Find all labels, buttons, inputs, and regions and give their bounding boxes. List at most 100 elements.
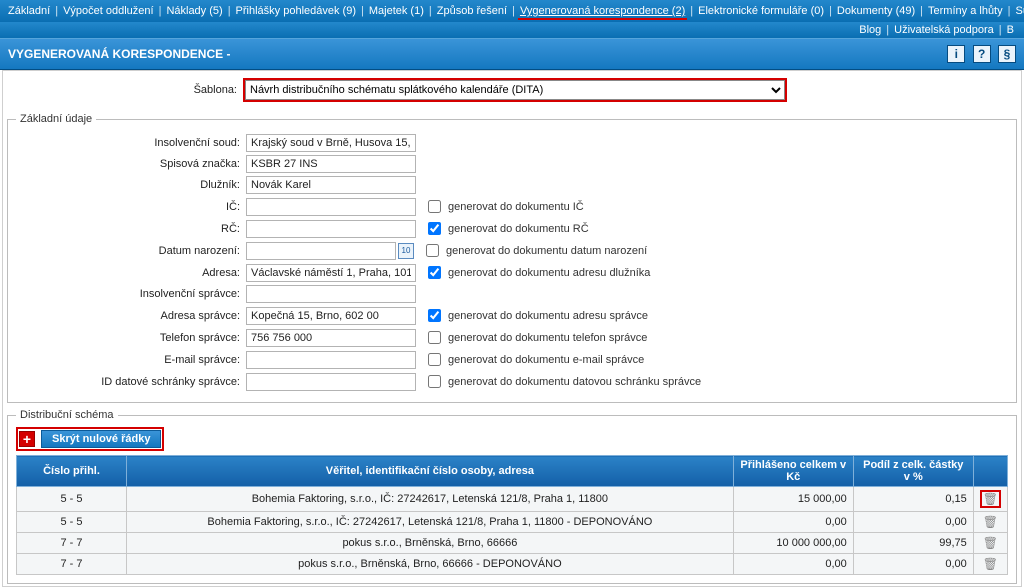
fileno-label: Spisová značka: [16,158,246,170]
add-row-button[interactable]: + [19,431,35,447]
delete-icon[interactable]: 🗑 [983,536,998,550]
databox-label: ID datové schránky správce: [16,376,246,388]
nav-item[interactable]: Dokumenty (49) [835,5,917,17]
address-chk-label: generovat do dokumentu adresu dlužníka [448,267,650,279]
cell-total: 15 000,00 [733,487,853,512]
table-row: 5 - 5Bohemia Faktoring, s.r.o., IČ: 2724… [17,512,1008,533]
cell-creditor: pokus s.r.o., Brněnská, Brno, 66666 [127,533,734,554]
nav-right-item[interactable]: B [1005,24,1016,36]
admin-email-label: E-mail správce: [16,354,246,366]
nav-right-item[interactable]: Uživatelská podpora [892,24,996,36]
table-row: 5 - 5Bohemia Faktoring, s.r.o., IČ: 2724… [17,487,1008,512]
ic-label: IČ: [16,201,246,213]
cell-creditor: pokus s.r.o., Brněnská, Brno, 66666 - DE… [127,554,734,575]
col-actions [973,456,1007,487]
page-title: VYGENEROVANÁ KORESPONDENCE - [8,47,230,61]
fileno-input[interactable] [246,155,416,173]
hide-zero-button[interactable]: Skrýt nulové řádky [41,430,161,448]
top-nav-right: Blog|Uživatelská podpora|B [0,22,1024,38]
admin-email-input[interactable] [246,351,416,369]
admin-email-chk-label: generovat do dokumentu e-mail správce [448,354,644,366]
cell-num: 7 - 7 [17,533,127,554]
ic-input[interactable] [246,198,416,216]
rc-label: RČ: [16,223,246,235]
ic-gen-checkbox[interactable] [428,200,441,213]
debtor-input[interactable] [246,176,416,194]
page-header: VYGENEROVANÁ KORESPONDENCE - i ? § [0,38,1024,70]
dist-fieldset: Distribuční schéma + Skrýt nulové řádky … [7,409,1017,584]
address-label: Adresa: [16,267,246,279]
table-row: 7 - 7pokus s.r.o., Brněnská, Brno, 66666… [17,533,1008,554]
template-select[interactable]: Návrh distribučního schématu splátkového… [245,80,785,100]
cell-creditor: Bohemia Faktoring, s.r.o., IČ: 27242617,… [127,512,734,533]
cell-share: 99,75 [853,533,973,554]
birth-gen-checkbox[interactable] [426,244,439,257]
debtor-label: Dlužník: [16,179,246,191]
nav-item[interactable]: Náklady (5) [164,5,224,17]
admin-tel-input[interactable] [246,329,416,347]
info-icon[interactable]: i [947,45,965,63]
admin-addr-label: Adresa správce: [16,310,246,322]
nav-item[interactable]: Způsob řešení [435,5,509,17]
address-gen-checkbox[interactable] [428,266,441,279]
nav-item[interactable]: Termíny a lhůty [926,5,1005,17]
help-icon[interactable]: ? [973,45,991,63]
col-creditor: Věřitel, identifikační číslo osoby, adre… [127,456,734,487]
delete-icon[interactable]: 🗑 [983,557,998,571]
admin-tel-gen-checkbox[interactable] [428,331,441,344]
cell-creditor: Bohemia Faktoring, s.r.o., IČ: 27242617,… [127,487,734,512]
admin-tel-label: Telefon správce: [16,332,246,344]
admin-tel-chk-label: generovat do dokumentu telefon správce [448,332,647,344]
delete-icon[interactable]: 🗑 [983,515,998,529]
calendar-icon[interactable]: 10 [398,243,414,259]
nav-item[interactable]: Základní [6,5,52,17]
databox-chk-label: generovat do dokumentu datovou schránku … [448,376,701,388]
col-num: Číslo přihl. [17,456,127,487]
rc-gen-checkbox[interactable] [428,222,441,235]
cell-total: 0,00 [733,554,853,575]
basic-fieldset: Základní údaje Insolvenční soud: Spisová… [7,113,1017,403]
birth-chk-label: generovat do dokumentu datum narození [446,245,647,257]
cell-share: 0,00 [853,512,973,533]
dist-legend: Distribuční schéma [16,409,118,421]
admin-addr-input[interactable] [246,307,416,325]
nav-item[interactable]: Přihlášky pohledávek (9) [234,5,358,17]
cell-total: 0,00 [733,512,853,533]
admin-label: Insolvenční správce: [16,288,246,300]
basic-legend: Základní údaje [16,113,96,125]
databox-gen-checkbox[interactable] [428,375,441,388]
admin-input[interactable] [246,285,416,303]
nav-item[interactable]: Elektronické formuláře (0) [696,5,826,17]
birth-label: Datum narození: [16,245,246,257]
col-total: Přihlášeno celkem v Kč [733,456,853,487]
nav-item[interactable]: Subjekty [1013,5,1024,17]
rc-chk-label: generovat do dokumentu RČ [448,223,589,235]
dist-table: Číslo přihl. Věřitel, identifikační čísl… [16,455,1008,575]
ic-chk-label: generovat do dokumentu IČ [448,201,584,213]
nav-right-item[interactable]: Blog [857,24,883,36]
table-row: 7 - 7pokus s.r.o., Brněnská, Brno, 66666… [17,554,1008,575]
admin-addr-chk-label: generovat do dokumentu adresu správce [448,310,648,322]
nav-item[interactable]: Majetek (1) [367,5,426,17]
section-icon[interactable]: § [998,45,1016,63]
nav-item[interactable]: Výpočet oddlužení [61,5,156,17]
top-nav: Základní|Výpočet oddlužení|Náklady (5)|P… [0,0,1024,22]
admin-email-gen-checkbox[interactable] [428,353,441,366]
cell-total: 10 000 000,00 [733,533,853,554]
template-label: Šablona: [13,84,243,96]
databox-input[interactable] [246,373,416,391]
cell-share: 0,15 [853,487,973,512]
nav-item[interactable]: Vygenerovaná korespondence (2) [518,5,687,20]
cell-num: 5 - 5 [17,512,127,533]
rc-input[interactable] [246,220,416,238]
admin-addr-gen-checkbox[interactable] [428,309,441,322]
court-label: Insolvenční soud: [16,137,246,149]
birth-input[interactable] [246,242,396,260]
cell-num: 5 - 5 [17,487,127,512]
address-input[interactable] [246,264,416,282]
col-share: Podíl z celk. částky v % [853,456,973,487]
cell-share: 0,00 [853,554,973,575]
cell-num: 7 - 7 [17,554,127,575]
delete-icon[interactable]: 🗑 [980,490,1001,508]
court-input[interactable] [246,134,416,152]
